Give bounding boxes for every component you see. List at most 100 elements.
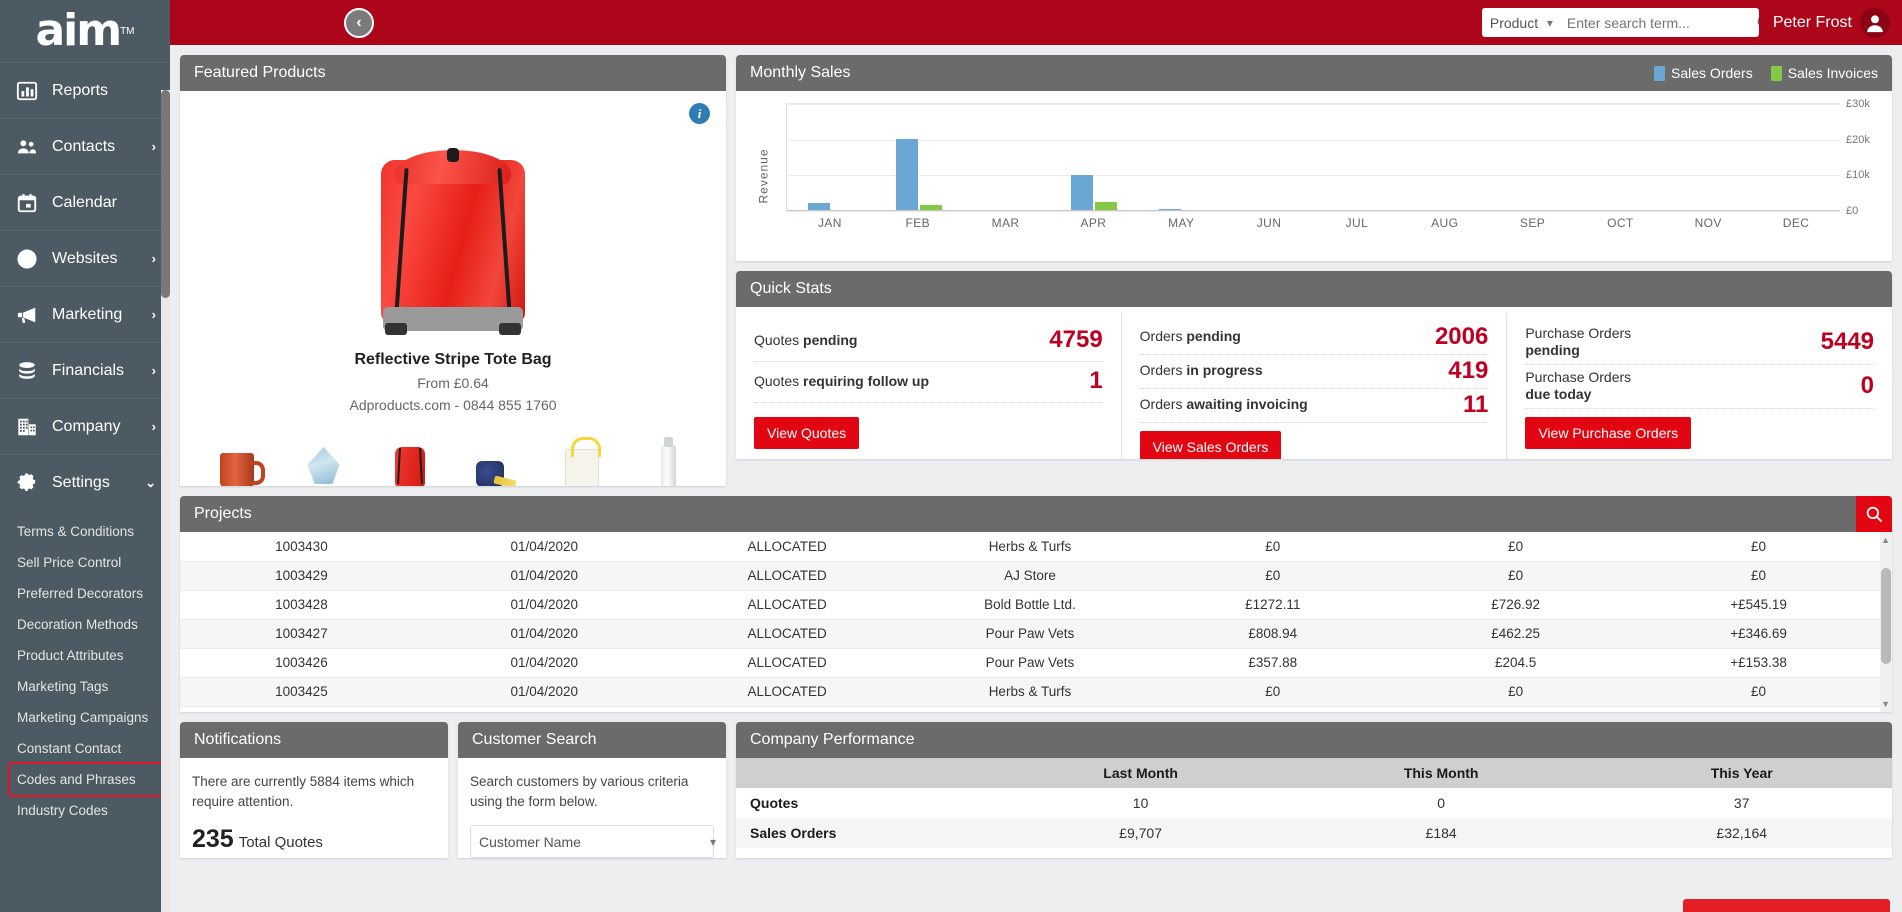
search-input[interactable] (1558, 8, 1756, 37)
chart-bar-group[interactable] (1752, 104, 1840, 210)
legend-item-sales-invoices[interactable]: Sales Invoices (1770, 65, 1878, 81)
chart-bar-group[interactable] (787, 104, 875, 210)
building-icon (14, 414, 40, 440)
quick-stats-quotes-column: Quotes pending 4759 Quotes requiring fol… (736, 313, 1122, 459)
customer-search-body: Search customers by various criteria usi… (458, 758, 726, 859)
avatar[interactable] (1860, 7, 1890, 38)
chart-legend: Sales Orders Sales Invoices (1654, 65, 1878, 81)
panel-header: Quick Stats (736, 271, 1892, 307)
app-logo[interactable]: aim TM (0, 0, 170, 62)
coins-icon (14, 358, 40, 384)
sidebar-subitem-industry-codes[interactable]: Industry Codes (0, 795, 170, 826)
chart-bar-group[interactable] (1577, 104, 1665, 210)
sidebar-subitem-marketing-campaigns[interactable]: Marketing Campaigns (0, 702, 170, 733)
view-quotes-button[interactable]: View Quotes (754, 417, 860, 449)
scroll-up-icon[interactable]: ▲ (1881, 535, 1890, 545)
table-row[interactable]: 1003427 01/04/2020 ALLOCATED Pour Paw Vets £… (180, 619, 1880, 649)
chart-bar-group[interactable] (1665, 104, 1753, 210)
perf-last-month: 10 (1132, 795, 1149, 811)
megaphone-icon (14, 302, 40, 328)
thumbnail-tote-bag[interactable] (551, 437, 613, 486)
chevron-right-icon: › (151, 419, 156, 434)
sidebar-item-calendar[interactable]: Calendar (0, 174, 170, 230)
sidebar-item-settings[interactable]: Settings ⌄ (0, 454, 170, 510)
featured-product-image[interactable] (180, 97, 726, 337)
quick-stats-orders-column: Orders pending 2006 Orders in progress 4… (1122, 313, 1508, 459)
globe-icon (14, 246, 40, 272)
scroll-down-icon[interactable]: ▼ (1881, 699, 1890, 709)
notifications-message: There are currently 5884 items which req… (192, 774, 415, 809)
table-row[interactable]: 1003426 01/04/2020 ALLOCATED Pour Paw Vets £… (180, 648, 1880, 678)
stat-orders-awaiting-invoicing: Orders awaiting invoicing 11 (1139, 389, 1489, 423)
chart-bar-icon (14, 78, 40, 104)
main-area: ‹ Product ▾ Peter Frost Featured Pr (170, 0, 1902, 912)
sidebar-item-contacts[interactable]: Contacts › (0, 118, 170, 174)
sidebar-subitem-constant-contact[interactable]: Constant Contact (0, 733, 170, 764)
projects-scrollbar-thumb[interactable] (1881, 568, 1891, 664)
thumbnail-bottle[interactable] (638, 437, 700, 486)
sidebar-item-company[interactable]: Company › (0, 398, 170, 454)
bar-sales-orders[interactable] (1071, 174, 1094, 210)
chart-x-tick-label: DEC (1782, 216, 1810, 230)
search-icon[interactable] (1856, 496, 1892, 532)
sidebar-item-reports[interactable]: Reports (0, 62, 170, 118)
project-value: £0 (1151, 561, 1395, 591)
chart-bar-group[interactable] (1314, 104, 1402, 210)
sidebar-subitem-sell-price-control[interactable]: Sell Price Control (0, 547, 170, 578)
view-purchase-orders-button[interactable]: View Purchase Orders (1525, 417, 1692, 449)
perf-this-year: 37 (1733, 795, 1750, 811)
view-sales-orders-button[interactable]: View Sales Orders (1139, 431, 1282, 459)
sidebar-subitem-terms-conditions[interactable]: Terms & Conditions (0, 516, 170, 547)
perf-this-year: £32,164 (1591, 818, 1892, 848)
sidebar-subitem-product-attributes[interactable]: Product Attributes (0, 640, 170, 671)
project-value: £0 (1151, 532, 1395, 562)
project-customer: Pour Paw Vets (908, 619, 1152, 649)
featured-product-supplier: Adproducts.com - 0844 855 1760 (349, 397, 557, 413)
table-row[interactable]: 1003430 01/04/2020 ALLOCATED Herbs & Turfs £… (180, 532, 1880, 562)
chevron-down-icon: ⌄ (145, 474, 156, 490)
info-icon[interactable]: i (689, 103, 710, 124)
search-icon[interactable] (1756, 8, 1759, 37)
chart-bar-group[interactable] (1138, 104, 1226, 210)
chart-bar-group[interactable] (1401, 104, 1489, 210)
sidebar-subitem-decoration-methods[interactable]: Decoration Methods (0, 609, 170, 640)
chart-bar-group[interactable] (1050, 104, 1138, 210)
thumbnail-award[interactable] (292, 441, 354, 486)
sidebar-item-websites[interactable]: Websites › (0, 230, 170, 286)
project-status: ALLOCATED (665, 648, 909, 678)
sidebar-subitem-marketing-tags[interactable]: Marketing Tags (0, 671, 170, 702)
sidebar-item-marketing[interactable]: Marketing › (0, 286, 170, 342)
table-row[interactable]: 1003425 01/04/2020 ALLOCATED Herbs & Turfs £… (180, 677, 1880, 707)
sidebar-scrollbar-thumb[interactable] (161, 90, 170, 298)
legend-label: Sales Invoices (1787, 65, 1878, 81)
chart-x-tick-label: OCT (1607, 216, 1634, 230)
table-row[interactable]: 1003429 01/04/2020 ALLOCATED AJ Store £0 £0 £0 (180, 561, 1880, 591)
thumbnail-tape-measure[interactable] (465, 441, 527, 486)
chart-bar-group[interactable] (1489, 104, 1577, 210)
sidebar-collapse-button[interactable]: ‹ (344, 8, 374, 38)
projects-panel: Projects 1003430 01/04/2020 ALLOCATED Herbs… (180, 496, 1892, 712)
thumbnail-drawstring-bag[interactable] (379, 439, 441, 486)
sidebar-subitem-codes-and-phrases[interactable]: Codes and Phrases (8, 762, 164, 797)
stat-quotes-requiring-follow-up: Quotes requiring follow up 1 (754, 362, 1103, 403)
panel-header: Projects (180, 496, 1892, 532)
customer-search-criteria-select[interactable]: Customer Name (470, 825, 714, 859)
sidebar-item-label: Calendar (52, 193, 117, 211)
project-id: 1003426 (180, 648, 423, 678)
chart-bar-group[interactable] (1226, 104, 1314, 210)
customer-search-message: Search customers by various criteria usi… (470, 774, 689, 809)
bar-sales-orders[interactable] (895, 139, 918, 210)
bar-sales-invoices[interactable] (1095, 201, 1118, 210)
legend-item-sales-orders[interactable]: Sales Orders (1654, 65, 1753, 81)
bar-sales-orders[interactable] (807, 202, 830, 210)
sidebar-subitem-preferred-decorators[interactable]: Preferred Decorators (0, 578, 170, 609)
search-scope-select[interactable]: Product (1481, 8, 1547, 37)
panel-title: Featured Products (194, 64, 326, 81)
notifications-body: There are currently 5884 items which req… (180, 758, 448, 854)
chart-bar-group[interactable] (963, 104, 1051, 210)
sidebar-item-financials[interactable]: Financials › (0, 342, 170, 398)
table-row[interactable]: 1003428 01/04/2020 ALLOCATED Bold Bottle Lt… (180, 590, 1880, 620)
sidebar-item-label: Contacts (52, 137, 116, 155)
chart-bar-group[interactable] (875, 104, 963, 210)
thumbnail-mug[interactable] (206, 441, 268, 486)
